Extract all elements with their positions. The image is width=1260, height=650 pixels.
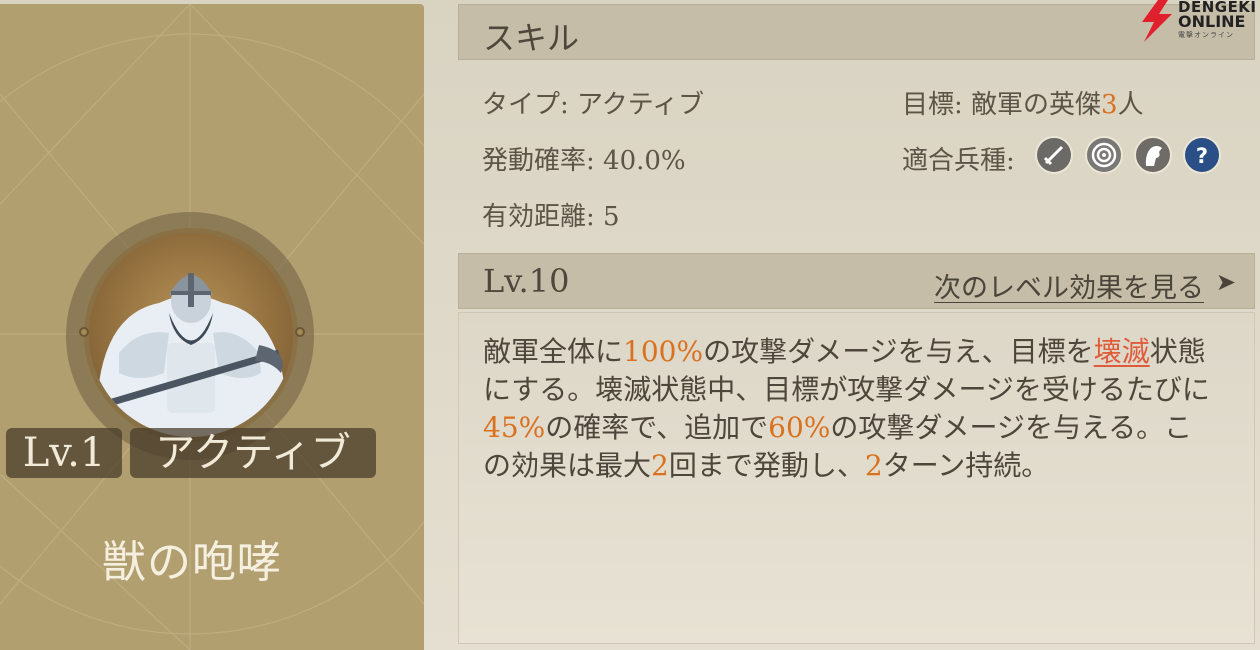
effect-level: Lv.10: [483, 262, 570, 300]
target-label: 目標: 敵軍の英傑: [902, 90, 1102, 120]
next-level-effect-link[interactable]: 次のレベル効果を見る: [934, 266, 1204, 305]
skill-name: 獣の咆哮: [102, 537, 282, 588]
desc-text: 状態: [1149, 335, 1206, 368]
arrow-right-icon[interactable]: ➤: [1216, 268, 1236, 296]
effective-range-stat: 有効距離: 5: [482, 202, 620, 232]
sword-icon[interactable]: [1035, 136, 1073, 174]
desc-text: ターン持続。: [882, 449, 1050, 482]
target-count: 3: [1101, 90, 1118, 120]
desc-text: 回まで発動し、: [668, 449, 865, 482]
skill-level-tag: Lv.1: [6, 428, 122, 478]
target-unit: 人: [1117, 90, 1144, 120]
skill-type-stat: タイプ: アクティブ: [482, 90, 705, 120]
damage-rate: 100%: [623, 335, 704, 368]
duration-turns: 2: [864, 449, 883, 482]
portrait-stud-right: [295, 327, 305, 337]
max-triggers: 2: [651, 449, 669, 482]
description-line-1: 敵軍全体に100%の攻撃ダメージを与え、目標を壊滅状態: [483, 333, 1243, 371]
dengeki-online-logo: DENGEKI ONLINE 電撃オンライン: [1138, 0, 1260, 42]
lightning-bolt-icon: [1142, 0, 1172, 42]
description-line-2: にする。壊滅状態中、目標が攻撃ダメージを受けるたびに: [483, 373, 1210, 406]
proc-chance: 45%: [483, 411, 546, 444]
troop-type-label: 適合兵種:: [902, 146, 1015, 176]
desc-text: 敵軍全体に: [483, 335, 624, 368]
skill-description: 敵軍全体に100%の攻撃ダメージを与え、目標を壊滅状態 にする。壊滅状態中、目標…: [483, 333, 1243, 485]
portrait-stud-left: [79, 327, 89, 337]
hero-portrait: [84, 228, 298, 442]
skill-detail-screen: Lv.1 アクティブ 獣の咆哮 スキル タイプ: アクティブ 目標: 敵軍の英傑…: [0, 0, 1260, 650]
horse-icon[interactable]: [1134, 136, 1172, 174]
svg-text:?: ?: [1196, 144, 1208, 168]
description-line-4: の効果は最大2回まで発動し、2ターン持続。: [483, 447, 1243, 485]
logo-text-bottom: 電撃オンライン: [1178, 31, 1234, 39]
description-line-3: 45%の確率で、追加で60%の攻撃ダメージを与える。こ: [483, 409, 1243, 447]
target-stat: 目標: 敵軍の英傑3人: [902, 84, 1144, 121]
extra-damage-rate: 60%: [768, 411, 831, 444]
skill-description-box: 敵軍全体に100%の攻撃ダメージを与え、目標を壊滅状態 にする。壊滅状態中、目標…: [458, 312, 1255, 644]
activation-rate-stat: 発動確率: 40.0%: [482, 146, 686, 176]
desc-text: の効果は最大: [483, 449, 652, 482]
warrior-icon: [99, 273, 284, 437]
skill-section-title: スキル: [483, 19, 580, 57]
target-icon[interactable]: [1085, 136, 1123, 174]
status-keyword-link[interactable]: 壊滅: [1094, 335, 1150, 368]
skill-section-header: スキル: [458, 4, 1255, 60]
desc-text: の攻撃ダメージを与え、目標を: [703, 335, 1094, 368]
logo-text-middle: ONLINE: [1178, 12, 1246, 31]
skill-card: Lv.1 アクティブ 獣の咆哮: [0, 4, 424, 650]
desc-text: の攻撃ダメージを与える。こ: [830, 411, 1193, 444]
desc-text: の確率で、追加で: [545, 411, 769, 444]
skill-type-tag: アクティブ: [130, 428, 376, 478]
question-icon[interactable]: ?: [1183, 136, 1221, 174]
level-section-header: Lv.10 次のレベル効果を見る ➤: [458, 253, 1255, 309]
